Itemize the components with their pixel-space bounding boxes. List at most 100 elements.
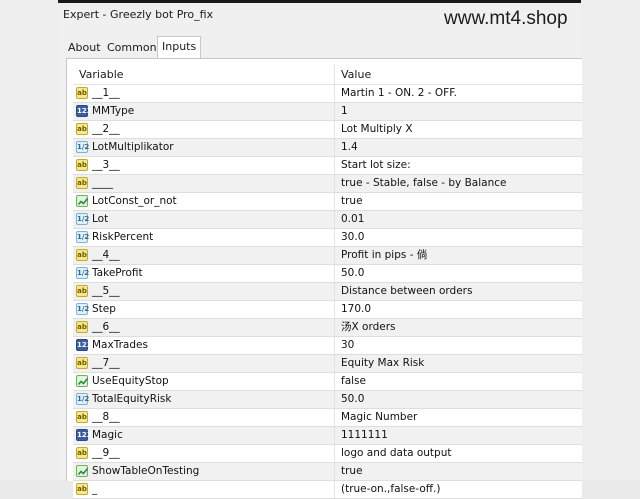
variable-value[interactable]: 170.0: [341, 301, 371, 318]
variable-name: _: [92, 483, 98, 495]
variable-value[interactable]: Profit in pips - 倘: [341, 247, 427, 264]
variable-value[interactable]: Equity Max Risk: [341, 355, 424, 372]
string-type-icon: ab: [76, 177, 88, 189]
variable-value[interactable]: 30: [341, 337, 354, 354]
double-type-icon: 1/2: [76, 213, 90, 225]
variable-value[interactable]: 0.01: [341, 211, 364, 228]
cell-divider: [334, 463, 335, 480]
cell-divider: [334, 283, 335, 300]
input-row[interactable]: ab __7__ Equity Max Risk: [73, 355, 582, 373]
input-row[interactable]: ab __4__ Profit in pips - 倘: [73, 247, 582, 265]
variable-name: __9__: [92, 447, 120, 459]
tab-about[interactable]: About: [66, 39, 103, 57]
double-type-icon: 1/2: [76, 141, 90, 153]
integer-type-icon: 123: [76, 339, 92, 351]
input-row[interactable]: 1/2 Lot 0.01: [73, 211, 582, 229]
string-type-icon: ab: [76, 411, 88, 423]
background-left: [0, 0, 58, 480]
variable-value[interactable]: Martin 1 - ON. 2 - OFF.: [341, 85, 457, 102]
string-type-icon: ab: [76, 87, 88, 99]
variable-value[interactable]: false: [341, 373, 366, 390]
cell-divider: [334, 229, 335, 246]
input-row[interactable]: ab __2__ Lot Multiply X: [73, 121, 582, 139]
string-type-icon: ab: [76, 321, 88, 333]
variable-value[interactable]: Lot Multiply X: [341, 121, 413, 138]
variable-value[interactable]: logo and data output: [341, 445, 451, 462]
string-type-icon: ab: [76, 447, 88, 459]
cell-divider: [334, 175, 335, 192]
cell-divider: [334, 445, 335, 462]
input-row[interactable]: UseEquityStop false: [73, 373, 582, 391]
string-type-icon: ab: [76, 249, 88, 261]
cell-divider: [334, 409, 335, 426]
variable-name: LotConst_or_not: [92, 195, 177, 207]
cell-divider: [334, 247, 335, 264]
column-divider[interactable]: [334, 65, 335, 84]
tab-common[interactable]: Common: [105, 39, 159, 57]
inputs-grid: Variable Value ab __1__ Martin 1 - ON. 2 -…: [73, 65, 582, 499]
input-row[interactable]: 1/2 TotalEquityRisk 50.0: [73, 391, 582, 409]
variable-name: __2__: [92, 123, 120, 135]
column-header-variable[interactable]: Variable: [79, 65, 124, 84]
variable-name: TotalEquityRisk: [92, 393, 172, 405]
window-title: Expert - Greezly bot Pro_fix: [63, 8, 214, 21]
variable-value[interactable]: 50.0: [341, 265, 364, 282]
cell-divider: [334, 481, 335, 498]
variable-value[interactable]: true: [341, 193, 363, 210]
input-row[interactable]: ab __6__ 汤X orders: [73, 319, 582, 337]
variable-value[interactable]: 1111111: [341, 427, 388, 444]
input-row[interactable]: ab __5__ Distance between orders: [73, 283, 582, 301]
variable-value[interactable]: true: [341, 463, 363, 480]
variable-name: ____: [92, 177, 113, 189]
input-row[interactable]: 1/2 TakeProfit 50.0: [73, 265, 582, 283]
input-row[interactable]: 1/2 Step 170.0: [73, 301, 582, 319]
variable-value[interactable]: 汤X orders: [341, 319, 396, 336]
cell-divider: [334, 157, 335, 174]
variable-name: LotMultiplikator: [92, 141, 174, 153]
variable-name: __3__: [92, 159, 120, 171]
input-row[interactable]: 1/2 RiskPercent 30.0: [73, 229, 582, 247]
variable-name: Lot: [92, 213, 109, 225]
variable-name: __5__: [92, 285, 120, 297]
double-type-icon: 1/2: [76, 231, 90, 243]
variable-value[interactable]: (true-on.,false-off.): [341, 481, 440, 498]
bool-type-icon: [76, 375, 89, 387]
input-row[interactable]: 1/2 LotMultiplikator 1.4: [73, 139, 582, 157]
string-type-icon: ab: [76, 285, 88, 297]
cell-divider: [334, 193, 335, 210]
bool-type-icon: [76, 465, 89, 477]
variable-value[interactable]: 30.0: [341, 229, 364, 246]
input-row[interactable]: ab ____ true - Stable, false - by Balance: [73, 175, 582, 193]
variable-value[interactable]: Distance between orders: [341, 283, 472, 300]
input-row[interactable]: 123 MMType 1: [73, 103, 582, 121]
input-row[interactable]: ab _ (true-on.,false-off.): [73, 481, 582, 499]
cell-divider: [334, 373, 335, 390]
variable-value[interactable]: 50.0: [341, 391, 364, 408]
variable-name: MaxTrades: [92, 339, 148, 351]
tab-inputs[interactable]: Inputs: [157, 36, 202, 59]
variable-name: Magic: [92, 429, 123, 441]
variable-name: __4__: [92, 249, 120, 261]
variable-name: ShowTableOnTesting: [92, 465, 200, 477]
cell-divider: [334, 301, 335, 318]
variable-value[interactable]: true - Stable, false - by Balance: [341, 175, 506, 192]
input-row[interactable]: ab __1__ Martin 1 - ON. 2 - OFF.: [73, 85, 582, 103]
column-header-value[interactable]: Value: [341, 65, 371, 84]
cell-divider: [334, 265, 335, 282]
variable-value[interactable]: 1.4: [341, 139, 358, 156]
string-type-icon: ab: [76, 123, 88, 135]
variable-value[interactable]: 1: [341, 103, 348, 120]
input-row[interactable]: LotConst_or_not true: [73, 193, 582, 211]
double-type-icon: 1/2: [76, 303, 90, 315]
input-row[interactable]: ab __8__ Magic Number: [73, 409, 582, 427]
input-row[interactable]: ShowTableOnTesting true: [73, 463, 582, 481]
double-type-icon: 1/2: [76, 393, 90, 405]
bool-type-icon: [76, 195, 89, 207]
input-row[interactable]: 123 Magic 1111111: [73, 427, 582, 445]
input-row[interactable]: ab __9__ logo and data output: [73, 445, 582, 463]
variable-value[interactable]: Magic Number: [341, 409, 417, 426]
input-row[interactable]: ab __3__ Start lot size:: [73, 157, 582, 175]
variable-value[interactable]: Start lot size:: [341, 157, 411, 174]
cell-divider: [334, 391, 335, 408]
input-row[interactable]: 123 MaxTrades 30: [73, 337, 582, 355]
